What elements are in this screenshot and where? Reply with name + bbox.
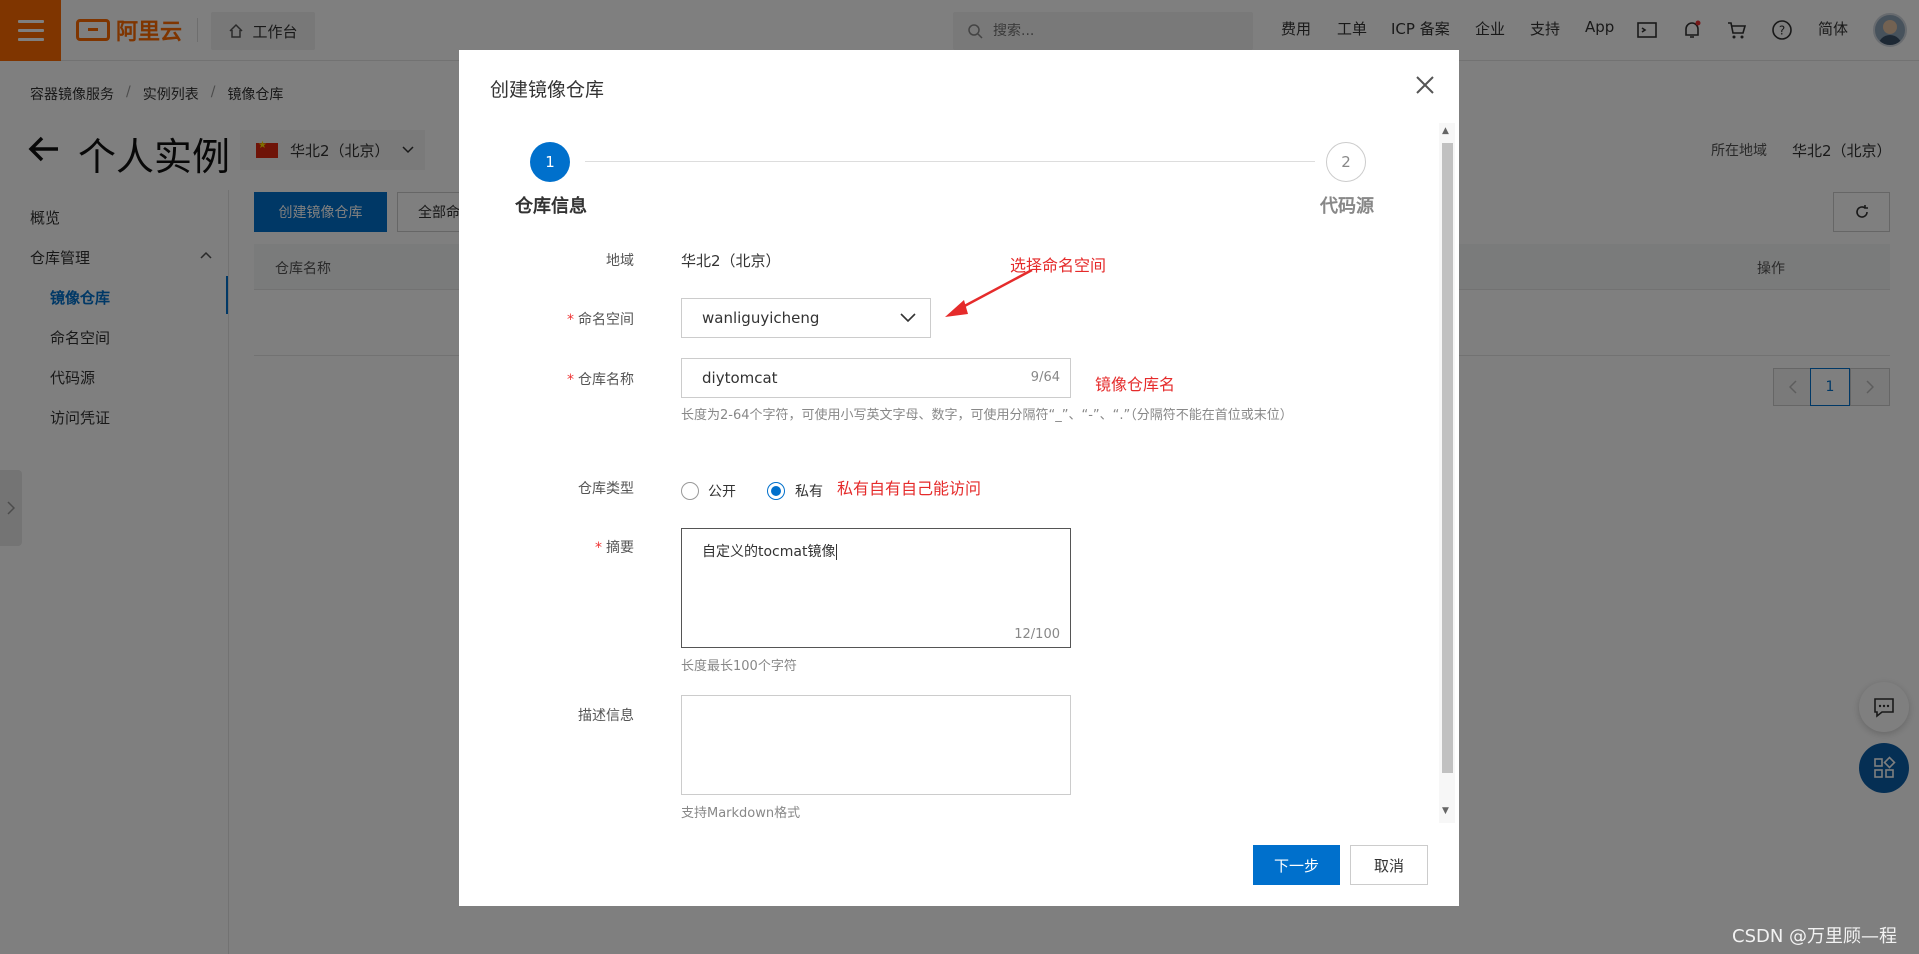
dialog-title: 创建镜像仓库 xyxy=(490,79,605,101)
required-marker: * xyxy=(595,540,602,556)
repo-name-input[interactable]: diytomcat 9/64 xyxy=(681,358,1071,398)
namespace-select-value: wanliguyicheng xyxy=(702,309,820,327)
summary-hint: 长度最长100个字符 xyxy=(681,659,797,674)
summary-label-text: 摘要 xyxy=(606,540,634,556)
repo-name-label-text: 仓库名称 xyxy=(578,372,634,388)
annotation-select-namespace: 选择命名空间 xyxy=(1010,256,1107,275)
text-cursor xyxy=(836,544,838,560)
repo-name-field-label: * 仓库名称 xyxy=(514,369,634,389)
cancel-button[interactable]: 取消 xyxy=(1350,845,1428,885)
next-step-button[interactable]: 下一步 xyxy=(1253,845,1340,885)
repo-type-private-radio[interactable] xyxy=(767,482,785,500)
repo-name-input-value: diytomcat xyxy=(702,369,778,387)
namespace-label-text: 命名空间 xyxy=(578,312,634,328)
step-2-indicator: 2 xyxy=(1326,142,1366,182)
description-hint: 支持Markdown格式 xyxy=(681,806,801,821)
step-connector xyxy=(585,161,1315,162)
region-field-label: 地域 xyxy=(514,250,634,270)
annotation-repo-name: 镜像仓库名 xyxy=(1095,375,1176,394)
repo-type-public-radio[interactable] xyxy=(681,482,699,500)
scroll-down-arrow-icon[interactable]: ▼ xyxy=(1442,806,1449,816)
repo-name-char-count: 9/64 xyxy=(1030,370,1060,385)
required-marker: * xyxy=(567,312,574,328)
step-1-label: 仓库信息 xyxy=(515,196,587,217)
summary-char-count: 12/100 xyxy=(1014,627,1060,642)
repo-type-label-text: 仓库类型 xyxy=(578,481,634,497)
namespace-field-label: * 命名空间 xyxy=(514,309,634,329)
repo-name-hint: 长度为2-64个字符，可使用小写英文字母、数字，可使用分隔符“_”、“-”、“.… xyxy=(681,408,1293,423)
close-icon[interactable] xyxy=(1410,70,1440,100)
region-field-value: 华北2（北京） xyxy=(681,252,781,270)
description-label-text: 描述信息 xyxy=(578,708,634,724)
summary-textarea[interactable]: 自定义的tocmat镜像 12/100 xyxy=(681,528,1071,648)
region-label-text: 地域 xyxy=(606,253,634,269)
summary-field-label: * 摘要 xyxy=(514,537,634,557)
create-repo-dialog: 创建镜像仓库 1 2 仓库信息 代码源 地域 华北2（北京） * 命名空间 wan… xyxy=(459,50,1459,906)
repo-type-private-label[interactable]: 私有 xyxy=(795,481,823,501)
dialog-scrollbar-thumb[interactable] xyxy=(1442,143,1453,773)
chevron-down-icon xyxy=(900,313,916,323)
repo-type-public-label[interactable]: 公开 xyxy=(708,481,736,501)
required-marker: * xyxy=(567,372,574,388)
summary-textarea-value: 自定义的tocmat镜像 xyxy=(702,544,836,560)
namespace-select[interactable]: wanliguyicheng xyxy=(681,298,931,338)
step-2-label: 代码源 xyxy=(1320,196,1374,217)
csdn-watermark: CSDN @万里顾—程 xyxy=(1732,926,1898,947)
annotation-private-note: 私有自有自己能访问 xyxy=(837,479,982,498)
step-1-indicator: 1 xyxy=(530,142,570,182)
description-field-label: 描述信息 xyxy=(514,705,634,725)
scroll-up-arrow-icon[interactable]: ▲ xyxy=(1442,126,1449,136)
repo-type-field-label: 仓库类型 xyxy=(514,478,634,498)
description-textarea[interactable] xyxy=(681,695,1071,795)
